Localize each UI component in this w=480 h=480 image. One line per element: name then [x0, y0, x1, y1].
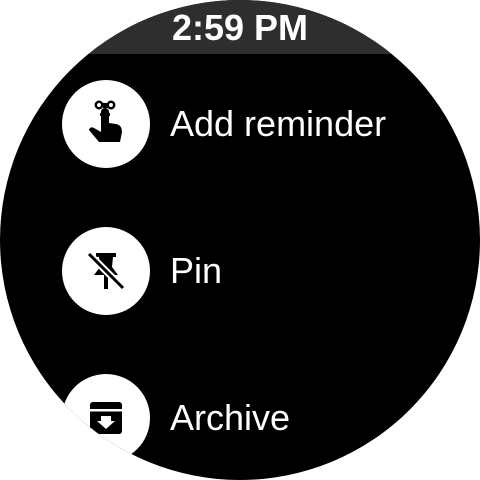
menu-item-label-archive: Archive: [170, 397, 291, 438]
menu-item-add-reminder[interactable]: Add reminder: [62, 80, 386, 168]
menu-item-label-pin: Pin: [170, 250, 223, 291]
status-time: 2:59 PM: [171, 7, 309, 48]
menu-item-pin[interactable]: Pin: [62, 227, 222, 315]
archive-icon: [62, 374, 150, 462]
menu-item-archive[interactable]: Archive: [62, 374, 290, 462]
pin-off-icon: [62, 227, 150, 315]
watch-screen: 2:59 PM Add reminder Pin Archive: [0, 0, 480, 480]
menu-item-label-add-reminder: Add reminder: [170, 103, 387, 144]
finger-string-reminder-icon: [62, 80, 150, 168]
